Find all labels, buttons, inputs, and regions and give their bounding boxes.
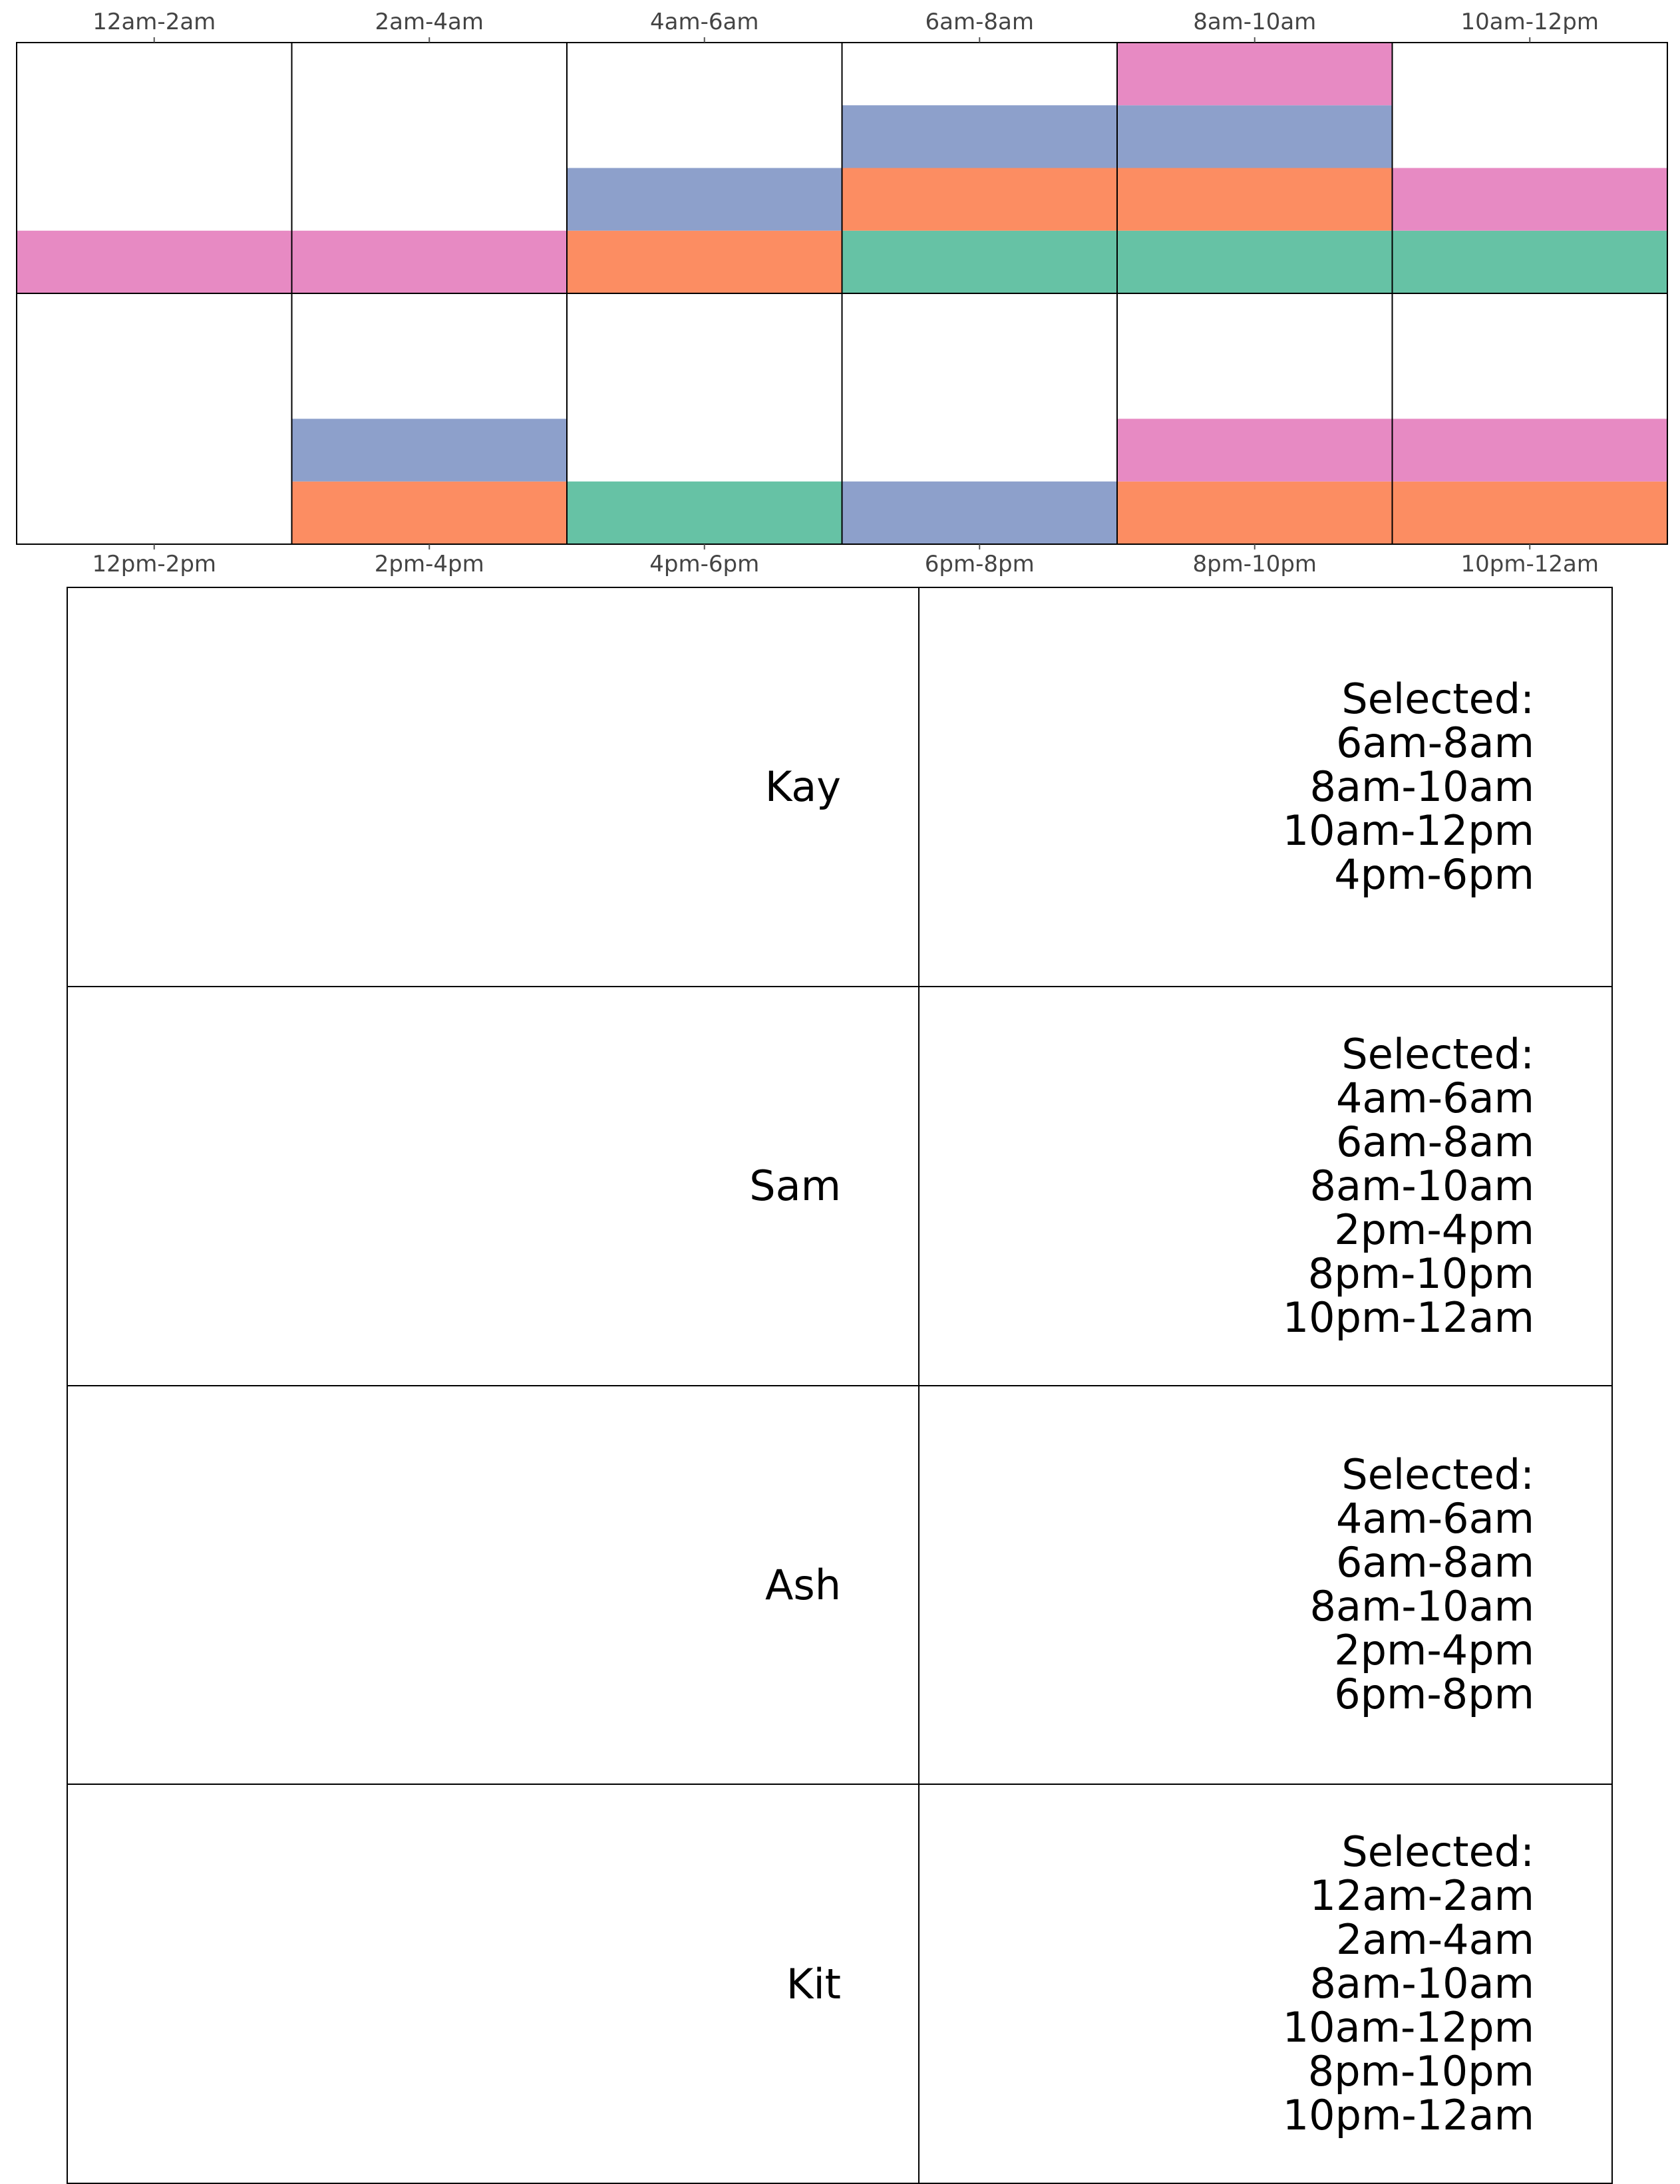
- selected-slot: 6pm-8pm: [1334, 1670, 1534, 1719]
- selected-slot: 10am-12pm: [1282, 806, 1534, 855]
- person-name: Ash: [67, 1384, 920, 1786]
- stack-segment: [842, 168, 1117, 231]
- stack-segment: [17, 230, 292, 293]
- stack-segment: [567, 230, 842, 293]
- selected-heading: Selected:: [1341, 1450, 1534, 1499]
- person-selection: Selected: 4am-6am 6am-8am 8am-10am 2pm-4pm 6p…: [918, 1384, 1613, 1786]
- person-name: Kay: [67, 587, 920, 987]
- selected-slot: 12am-2am: [1309, 1871, 1535, 1921]
- slot-label: 8pm-10pm: [1192, 551, 1317, 577]
- selected-slot: 2pm-4pm: [1334, 1205, 1534, 1254]
- people-table-body: Kay Selected: 6am-8am 8am-10am 10am-12pm 4pm-…: [67, 587, 1613, 2184]
- people-table: Kay Selected: 6am-8am 8am-10am 10am-12pm 4pm-…: [67, 587, 1613, 2184]
- slot-label: 12am-2am: [92, 9, 216, 35]
- slot-label: 10pm-12am: [1461, 551, 1599, 577]
- stack-segment: [1117, 105, 1393, 168]
- stack-segment: [842, 481, 1117, 544]
- selected-slot: 10pm-12am: [1282, 2091, 1534, 2140]
- person-name: Kit: [67, 1784, 920, 2184]
- selected-slot: 6am-8am: [1335, 718, 1534, 767]
- selected-slot: 8am-10am: [1309, 1959, 1535, 2008]
- stack-segment: [1392, 168, 1667, 231]
- slot-label: 8am-10am: [1193, 9, 1316, 35]
- stack-segment: [1117, 481, 1393, 544]
- stack-segment: [1392, 230, 1667, 293]
- selected-heading: Selected:: [1341, 674, 1534, 723]
- person-row: Ash Selected: 4am-6am 6am-8am 8am-10am 2pm-4p…: [67, 1384, 1613, 1786]
- stack-segment: [567, 481, 842, 544]
- selected-slot: 8am-10am: [1309, 1161, 1535, 1210]
- stack-segment: [1117, 230, 1393, 293]
- person-row: Kit Selected: 12am-2am 2am-4am 8am-10am 10am-…: [67, 1784, 1613, 2184]
- selected-heading: Selected:: [1341, 1827, 1534, 1877]
- slot-cell: [16, 293, 293, 545]
- slot-label: 10am-12pm: [1461, 9, 1599, 35]
- slot-label: 6pm-8pm: [925, 551, 1035, 577]
- stack-segment: [567, 168, 842, 231]
- selected-slot: 8pm-10pm: [1307, 2047, 1534, 2096]
- selected-slot: 10am-12pm: [1282, 2003, 1534, 2052]
- slot-label: 12pm-2pm: [92, 551, 216, 577]
- person-name: Sam: [67, 985, 920, 1386]
- selected-slot: 8am-10am: [1309, 1582, 1535, 1631]
- selected-slot: 2am-4am: [1335, 1915, 1534, 1964]
- selected-slot: 8pm-10pm: [1307, 1249, 1534, 1298]
- slot-label: 4am-6am: [650, 9, 758, 35]
- person-row: Kay Selected: 6am-8am 8am-10am 10am-12pm 4pm-…: [67, 587, 1613, 987]
- selected-slot: 8am-10am: [1309, 762, 1535, 811]
- stack-segment: [842, 105, 1117, 168]
- person-selection: Selected: 6am-8am 8am-10am 10am-12pm 4pm-6pm: [918, 587, 1613, 987]
- selected-slot: 2pm-4pm: [1334, 1626, 1534, 1675]
- stack-segment: [291, 230, 567, 293]
- stack-segment: [1117, 168, 1393, 231]
- slot-label: 2am-4am: [375, 9, 484, 35]
- selected-heading: Selected:: [1341, 1029, 1534, 1078]
- selected-slot: 4am-6am: [1335, 1073, 1534, 1122]
- stack-segment: [842, 230, 1117, 293]
- stack-segment: [1392, 418, 1667, 482]
- schedule-grid: 12am-2am 2am-4am 4am-6am 6am-8am 8am-10am 10a…: [16, 9, 1668, 577]
- person-row: Sam Selected: 4am-6am 6am-8am 8am-10am 2pm-4p…: [67, 985, 1613, 1386]
- selected-slot: 10pm-12am: [1282, 1293, 1534, 1342]
- stack-segment: [1117, 43, 1393, 106]
- person-selection: Selected: 12am-2am 2am-4am 8am-10am 10am-12p…: [918, 1784, 1613, 2184]
- stack-segment: [1117, 418, 1393, 482]
- stack-segment: [1392, 481, 1667, 544]
- person-selection: Selected: 4am-6am 6am-8am 8am-10am 2pm-4pm 8p…: [918, 985, 1613, 1386]
- selected-slot: 4pm-6pm: [1334, 850, 1534, 899]
- slot-label: 2pm-4pm: [375, 551, 484, 577]
- selected-slot: 6am-8am: [1335, 1117, 1534, 1166]
- selected-slot: 4am-6am: [1335, 1494, 1534, 1543]
- selected-slot: 6am-8am: [1335, 1538, 1534, 1587]
- slot-label: 4pm-6pm: [649, 551, 759, 577]
- stack-segment: [291, 481, 567, 544]
- stack-segment: [291, 418, 567, 482]
- slot-label: 6am-8am: [925, 9, 1034, 35]
